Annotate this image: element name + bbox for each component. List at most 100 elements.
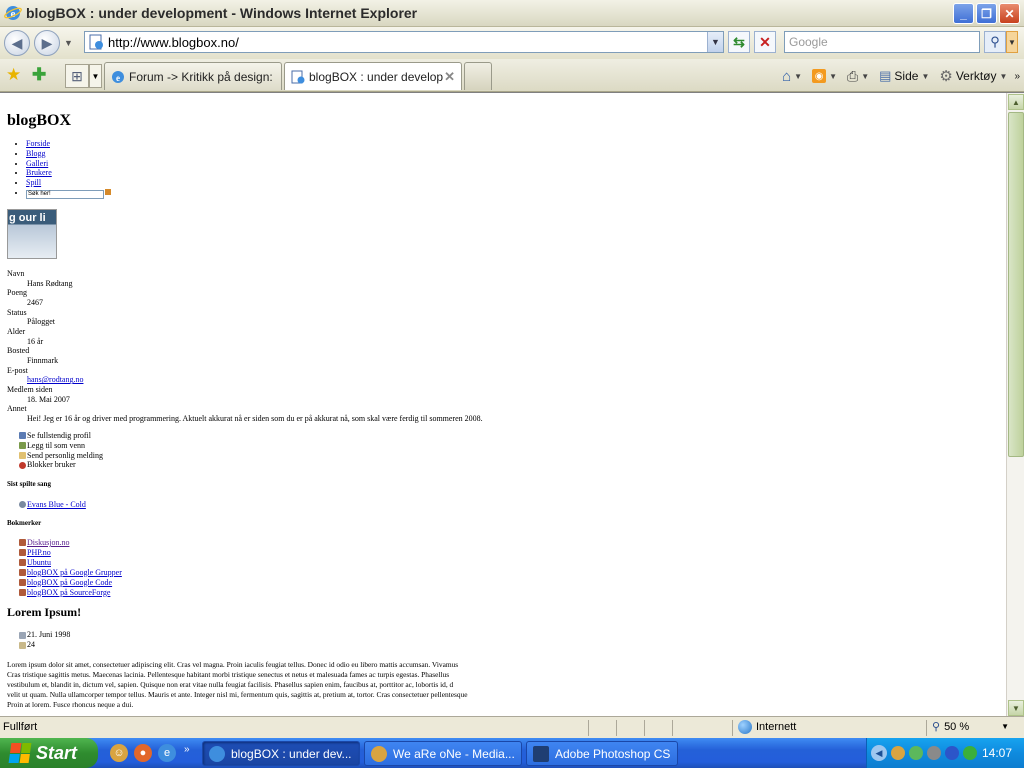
- task-blogbox[interactable]: blogBOX : under dev...: [202, 741, 360, 766]
- window-title: blogBOX : under development - Windows In…: [26, 5, 418, 21]
- bookmark-icon: [19, 588, 26, 596]
- messenger-quicklaunch-icon[interactable]: ☺: [110, 744, 128, 762]
- close-tab-icon[interactable]: ✕: [444, 69, 455, 85]
- last-played-heading: Sist spilte sang: [7, 480, 51, 488]
- bookmark-link[interactable]: blogBOX på Google Code: [27, 578, 112, 588]
- action-view-profile[interactable]: Se fullstendig profil: [19, 431, 103, 441]
- user-tray-icon[interactable]: [909, 746, 923, 760]
- taskbar: Start ☺ ● e » blogBOX : under dev... We …: [0, 738, 1024, 768]
- search-button[interactable]: ⚲: [984, 31, 1006, 53]
- menu-link[interactable]: Galleri: [26, 159, 48, 168]
- vertical-scrollbar[interactable]: ▲ ▼: [1006, 93, 1024, 716]
- action-send-message[interactable]: Send personlig melding: [19, 451, 103, 461]
- site-search-button[interactable]: [105, 188, 111, 195]
- home-button[interactable]: ⌂ ▼: [779, 65, 805, 87]
- bookmark-link[interactable]: blogBOX på SourceForge: [27, 588, 110, 598]
- zoom-control[interactable]: ⚲ 50 % ▼: [932, 720, 1009, 734]
- firefox-quicklaunch-icon[interactable]: ●: [134, 744, 152, 762]
- minimize-button[interactable]: _: [953, 3, 974, 24]
- site-search-input[interactable]: Søk her!: [26, 190, 104, 200]
- profile-term: Bosted: [7, 346, 30, 356]
- ie-quicklaunch-icon[interactable]: e: [158, 744, 176, 762]
- bookmark-link[interactable]: blogBOX på Google Grupper: [27, 568, 122, 578]
- status-divider: [644, 720, 645, 736]
- search-input[interactable]: Google: [784, 31, 980, 53]
- status-divider: [672, 720, 673, 736]
- favorites-star-icon[interactable]: ★: [6, 65, 21, 85]
- shield-tray-icon[interactable]: [927, 746, 941, 760]
- tools-menu-label: Verktøy: [955, 69, 997, 83]
- zoom-level: 50 %: [944, 720, 970, 733]
- close-button[interactable]: ✕: [999, 3, 1020, 24]
- wifi-tray-icon[interactable]: [963, 746, 977, 760]
- message-icon: [19, 451, 26, 459]
- quick-tabs-icon: ⊞: [71, 67, 83, 84]
- address-url[interactable]: http://www.blogbox.no/: [108, 35, 239, 50]
- quicklaunch-more-icon[interactable]: »: [184, 744, 190, 755]
- new-tab-button[interactable]: [464, 62, 492, 90]
- toolbar-overflow-icon[interactable]: »: [1014, 71, 1020, 82]
- zoom-magnifier-icon: ⚲: [932, 721, 941, 733]
- tab-bar: ★ ✚ ⊞ ▼ e Forum -> Kritikk på design: bl…: [0, 59, 1024, 92]
- messenger-tray-icon[interactable]: [891, 746, 905, 760]
- profile-value: Hans Rødtang: [27, 278, 73, 288]
- add-friend-icon: [19, 442, 26, 450]
- print-button[interactable]: ⎙ ▼: [844, 65, 872, 87]
- post-body-line: Proin at lorem. Fusce rhoncus neque a du…: [7, 700, 134, 709]
- history-dropdown[interactable]: ▼: [64, 38, 74, 48]
- task-media[interactable]: We aRe oNe - Media...: [364, 741, 522, 766]
- profile-icon: [19, 432, 26, 440]
- forward-button[interactable]: ▶: [34, 30, 60, 56]
- maximize-button[interactable]: ❐: [976, 3, 997, 24]
- feeds-button[interactable]: ◉ ▼: [809, 65, 840, 87]
- bookmark-item: Ubuntu: [19, 558, 122, 568]
- tools-menu-button[interactable]: ⚙ Verktøy ▼: [936, 65, 1010, 87]
- menu-link[interactable]: Forside: [26, 139, 50, 148]
- bookmark-link[interactable]: Ubuntu: [27, 558, 51, 568]
- tab-blogbox[interactable]: blogBOX : under develop... ✕: [284, 62, 462, 90]
- menu-link[interactable]: Blogg: [26, 149, 46, 158]
- action-add-friend[interactable]: Legg til som venn: [19, 441, 103, 451]
- tab-label: Forum -> Kritikk på design: bl...: [129, 69, 275, 84]
- tab-forum[interactable]: e Forum -> Kritikk på design: bl...: [104, 62, 282, 90]
- bookmark-item: blogBOX på SourceForge: [19, 588, 122, 598]
- address-bar[interactable]: http://www.blogbox.no/ ▼: [84, 31, 724, 53]
- tray-expand-icon[interactable]: ◀: [871, 745, 887, 761]
- start-button[interactable]: Start: [0, 738, 98, 768]
- bookmark-icon: [19, 539, 26, 547]
- search-provider-dropdown[interactable]: ▼: [1006, 31, 1018, 53]
- stop-button[interactable]: ✕: [754, 31, 776, 53]
- avatar-text: g our li: [9, 212, 46, 224]
- page-menu-button[interactable]: ▤ Side ▼: [876, 65, 932, 87]
- bookmark-link[interactable]: PHP.no: [27, 548, 51, 558]
- menu-item-brukere: Brukere: [26, 168, 111, 178]
- quick-tabs-button[interactable]: ⊞: [65, 64, 89, 88]
- security-zone[interactable]: Internett: [738, 720, 796, 734]
- network-tray-icon[interactable]: [945, 746, 959, 760]
- tab-list-button[interactable]: ▼: [89, 64, 102, 88]
- song-link[interactable]: Evans Blue - Cold: [27, 500, 86, 509]
- profile-term: Status: [7, 307, 27, 317]
- task-photoshop[interactable]: Adobe Photoshop CS...: [526, 741, 678, 766]
- bookmark-link[interactable]: Diskusjon.no: [27, 538, 69, 548]
- address-dropdown-button[interactable]: ▼: [707, 32, 723, 52]
- scroll-up-button[interactable]: ▲: [1008, 94, 1024, 110]
- action-block-user[interactable]: Blokker bruker: [19, 460, 103, 470]
- menu-link[interactable]: Spill: [26, 178, 41, 187]
- home-icon: ⌂: [782, 67, 792, 85]
- scroll-thumb[interactable]: [1008, 112, 1024, 457]
- last-played-song: Evans Blue - Cold: [19, 500, 86, 509]
- profile-details: Navn Hans Rødtang Poeng 2467 Status Pålo…: [7, 269, 483, 424]
- back-button[interactable]: ◀: [4, 30, 30, 56]
- scroll-down-button[interactable]: ▼: [1008, 700, 1024, 716]
- profile-value: Finnmark: [27, 355, 59, 365]
- refresh-button[interactable]: ⇆: [728, 31, 750, 53]
- menu-link[interactable]: Brukere: [26, 168, 52, 177]
- printer-icon: ⎙: [847, 67, 859, 84]
- title-bar: e blogBOX : under development - Windows …: [0, 0, 1024, 27]
- task-label: We aRe oNe - Media...: [393, 746, 515, 761]
- task-label: blogBOX : under dev...: [231, 746, 352, 761]
- add-favorite-icon[interactable]: ✚: [32, 65, 46, 85]
- site-title: blogBOX: [7, 112, 72, 129]
- email-link[interactable]: hans@rodtang.no: [27, 375, 83, 384]
